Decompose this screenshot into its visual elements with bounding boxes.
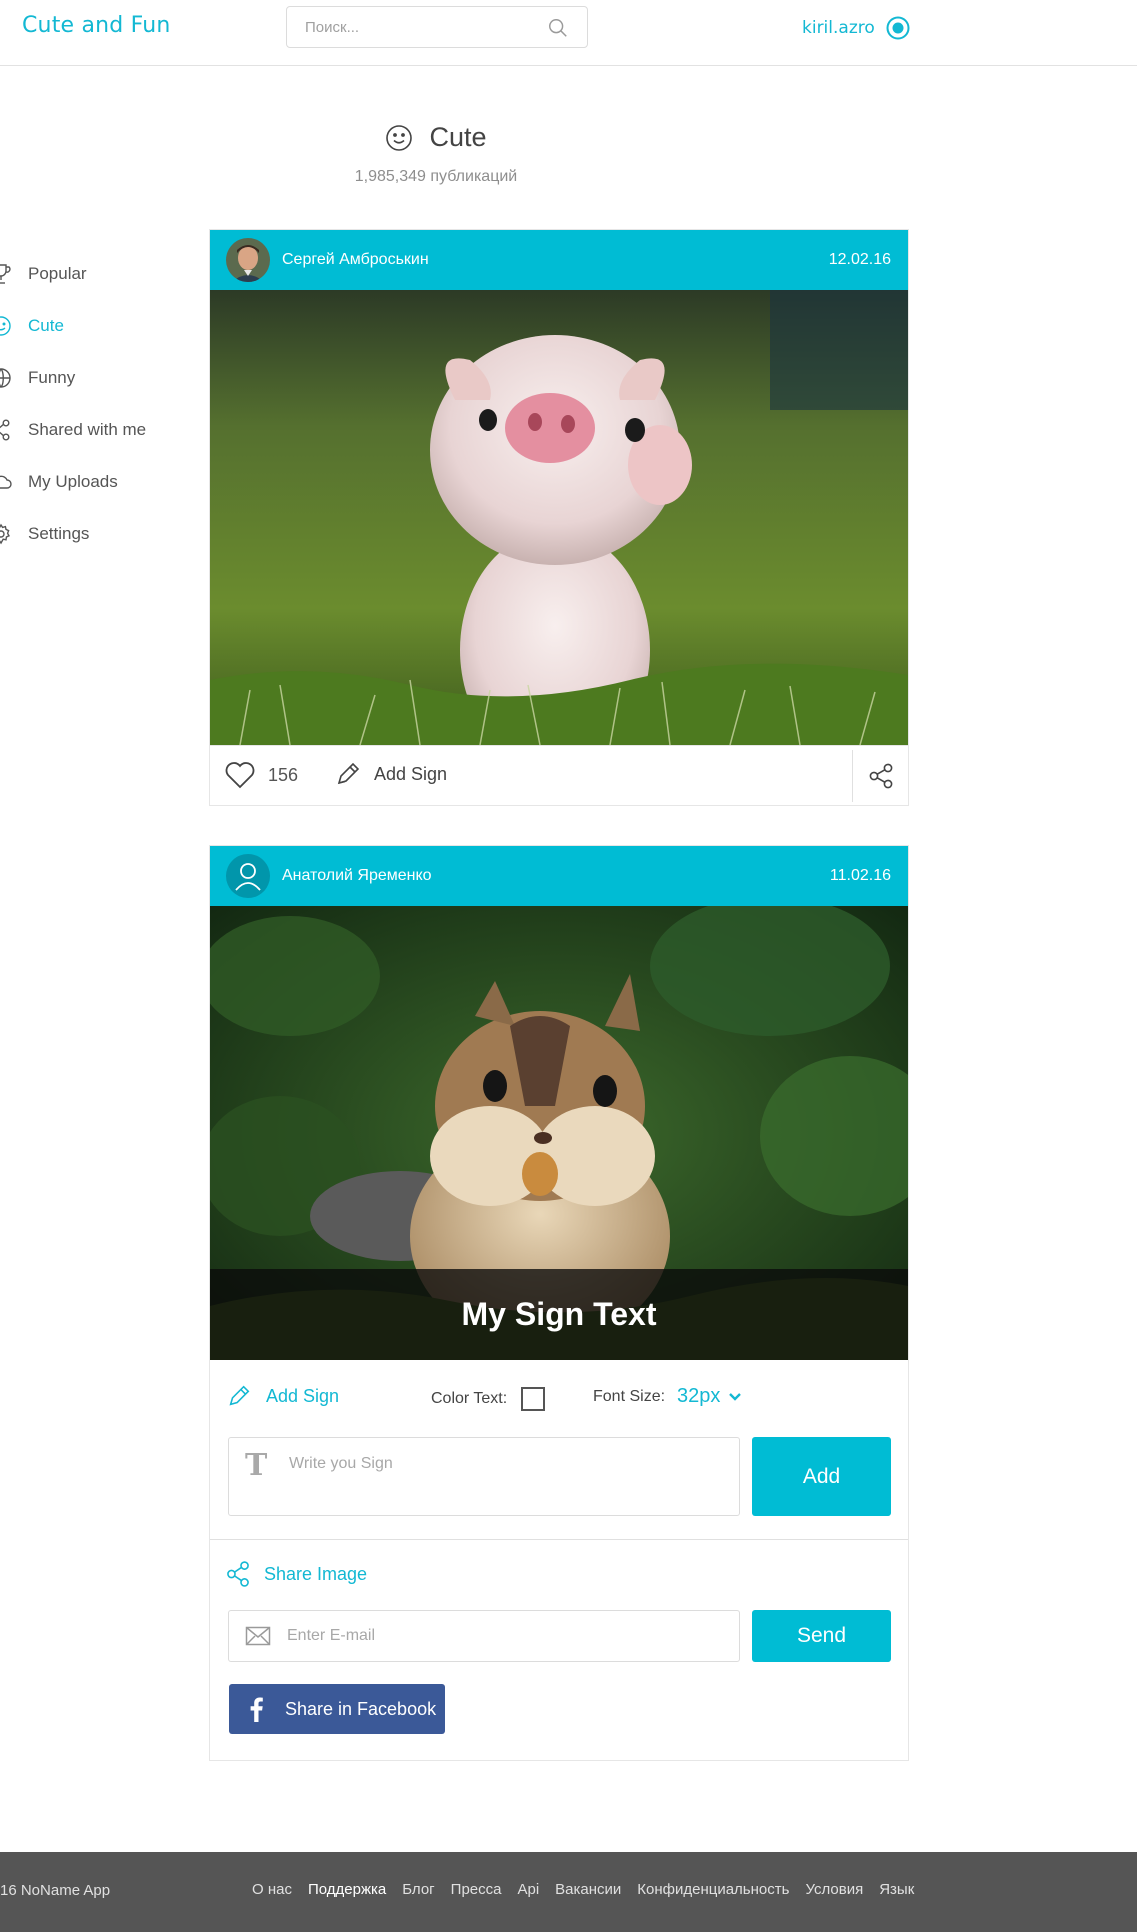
post-card: Анатолий Яременко 11.02.16 My Sign Text …: [209, 845, 909, 1761]
share-image-label: Share Image: [264, 1563, 368, 1584]
post-date: 12.02.16: [828, 251, 891, 268]
sidebar-item-funny[interactable]: Funny: [0, 352, 200, 404]
pencil-icon: [337, 762, 360, 785]
add-sign-label: Add Sign: [374, 763, 448, 784]
font-size-control: Font Size: 32px: [593, 1385, 742, 1408]
footer-link-language[interactable]: Язык: [879, 1881, 914, 1898]
share-icon: [227, 1561, 249, 1587]
sidebar-item-settings[interactable]: Settings: [0, 508, 200, 560]
avatar[interactable]: [226, 854, 270, 898]
category-title: Cute: [429, 122, 487, 152]
text-icon: T: [245, 1448, 268, 1483]
sign-editor: Add Sign Color Text: Font Size: 32px T A…: [210, 1360, 908, 1540]
font-size-label: Font Size:: [593, 1387, 666, 1405]
sidebar-item-uploads[interactable]: My Uploads: [0, 456, 200, 508]
ball-icon: [0, 368, 11, 388]
author-photo: [226, 238, 270, 282]
username[interactable]: kiril.azro: [802, 18, 875, 38]
color-text-control: Color Text:: [431, 1387, 546, 1411]
smiley-icon: [386, 124, 413, 151]
sidebar-item-label: Shared with me: [28, 420, 147, 439]
footer-link-api[interactable]: Api: [517, 1881, 539, 1898]
add-sign-button[interactable]: Add Sign: [226, 1383, 339, 1409]
share-button[interactable]: [852, 750, 908, 802]
post-author[interactable]: Анатолий Яременко: [282, 867, 432, 885]
add-sign-button[interactable]: Add Sign: [334, 760, 447, 788]
sidebar-item-label: Cute: [28, 316, 64, 335]
like-button[interactable]: 156: [224, 760, 298, 790]
top-header: Cute and Fun kiril.azro: [0, 0, 1137, 66]
sign-text-input[interactable]: [289, 1452, 729, 1476]
sidebar-item-cute[interactable]: Cute: [0, 300, 200, 352]
sign-overlay: My Sign Text: [210, 1269, 908, 1360]
footer: 16 NoName App О нас Поддержка Блог Пресс…: [0, 1852, 1137, 1932]
app-logo[interactable]: Cute and Fun: [22, 13, 171, 38]
footer-link-press[interactable]: Пресса: [451, 1881, 502, 1898]
sign-text: My Sign Text: [461, 1296, 657, 1332]
search-input[interactable]: [287, 7, 537, 47]
add-sign-label: Add Sign: [266, 1385, 340, 1406]
chevron-down-icon: [729, 1392, 742, 1401]
post-card: Сергей Амброськин 12.02.16 156 Add Sign: [209, 229, 909, 806]
search-icon[interactable]: [547, 17, 569, 39]
smiley-icon: [0, 316, 11, 336]
avatar[interactable]: [226, 238, 270, 282]
share-icon: [0, 419, 10, 441]
search-box[interactable]: [286, 6, 588, 48]
footer-link-support[interactable]: Поддержка: [308, 1881, 386, 1898]
footer-links: О нас Поддержка Блог Пресса Api Вакансии…: [252, 1881, 930, 1898]
sidebar-item-label: Funny: [28, 368, 76, 387]
facebook-icon: [250, 1697, 263, 1722]
sidebar: Popular Cute Funny Shared with me My Upl…: [0, 248, 200, 560]
mail-icon: [245, 1626, 271, 1646]
cloud-icon: [0, 475, 12, 489]
share-section: Share Image Send Share in Facebook: [210, 1540, 908, 1759]
footer-link-about[interactable]: О нас: [252, 1881, 292, 1898]
add-button[interactable]: Add: [752, 1437, 891, 1516]
send-button[interactable]: Send: [752, 1610, 891, 1662]
user-menu[interactable]: kiril.azro: [802, 14, 911, 42]
share-image-button[interactable]: Share Image: [224, 1560, 367, 1588]
chipmunk-photo[interactable]: My Sign Text: [210, 906, 908, 1360]
footer-link-jobs[interactable]: Вакансии: [555, 1881, 621, 1898]
sign-text-field[interactable]: T: [228, 1437, 740, 1516]
trophy-icon: [0, 264, 11, 284]
pencil-icon: [229, 1385, 250, 1406]
sidebar-item-label: My Uploads: [28, 472, 118, 491]
font-size-select[interactable]: 32px: [677, 1385, 742, 1408]
footer-link-privacy[interactable]: Конфиденциальность: [637, 1881, 789, 1898]
like-count: 156: [268, 764, 299, 785]
footer-link-terms[interactable]: Условия: [805, 1881, 863, 1898]
font-size-value: 32px: [677, 1385, 721, 1407]
facebook-share-label: Share in Facebook: [285, 1698, 437, 1719]
post-header: Анатолий Яременко 11.02.16: [210, 846, 908, 906]
copyright: 16 NoName App: [0, 1882, 111, 1899]
post-header: Сергей Амброськин 12.02.16: [210, 230, 908, 290]
facebook-share-button[interactable]: Share in Facebook: [229, 1684, 445, 1734]
post-date: 11.02.16: [829, 867, 891, 884]
sidebar-item-label: Popular: [28, 264, 87, 283]
category-heading: Cute: [340, 122, 532, 153]
email-field[interactable]: [228, 1610, 740, 1662]
sidebar-item-popular[interactable]: Popular: [0, 248, 200, 300]
color-text-label: Color Text:: [431, 1390, 508, 1407]
gear-icon: [0, 523, 10, 545]
post-actions: 156 Add Sign: [210, 745, 908, 805]
sidebar-item-shared[interactable]: Shared with me: [0, 404, 200, 456]
piglet-photo[interactable]: [210, 290, 908, 745]
heart-icon: [225, 762, 255, 789]
user-target-icon[interactable]: [885, 15, 911, 41]
user-placeholder-icon: [235, 863, 261, 891]
share-icon: [869, 763, 892, 789]
sidebar-item-label: Settings: [28, 524, 90, 543]
email-input[interactable]: [287, 1624, 727, 1648]
footer-link-blog[interactable]: Блог: [402, 1881, 434, 1898]
color-text-checkbox[interactable]: [521, 1387, 546, 1411]
publication-count: 1,985,349 публикаций: [354, 168, 518, 185]
post-author[interactable]: Сергей Амброськин: [282, 251, 429, 269]
